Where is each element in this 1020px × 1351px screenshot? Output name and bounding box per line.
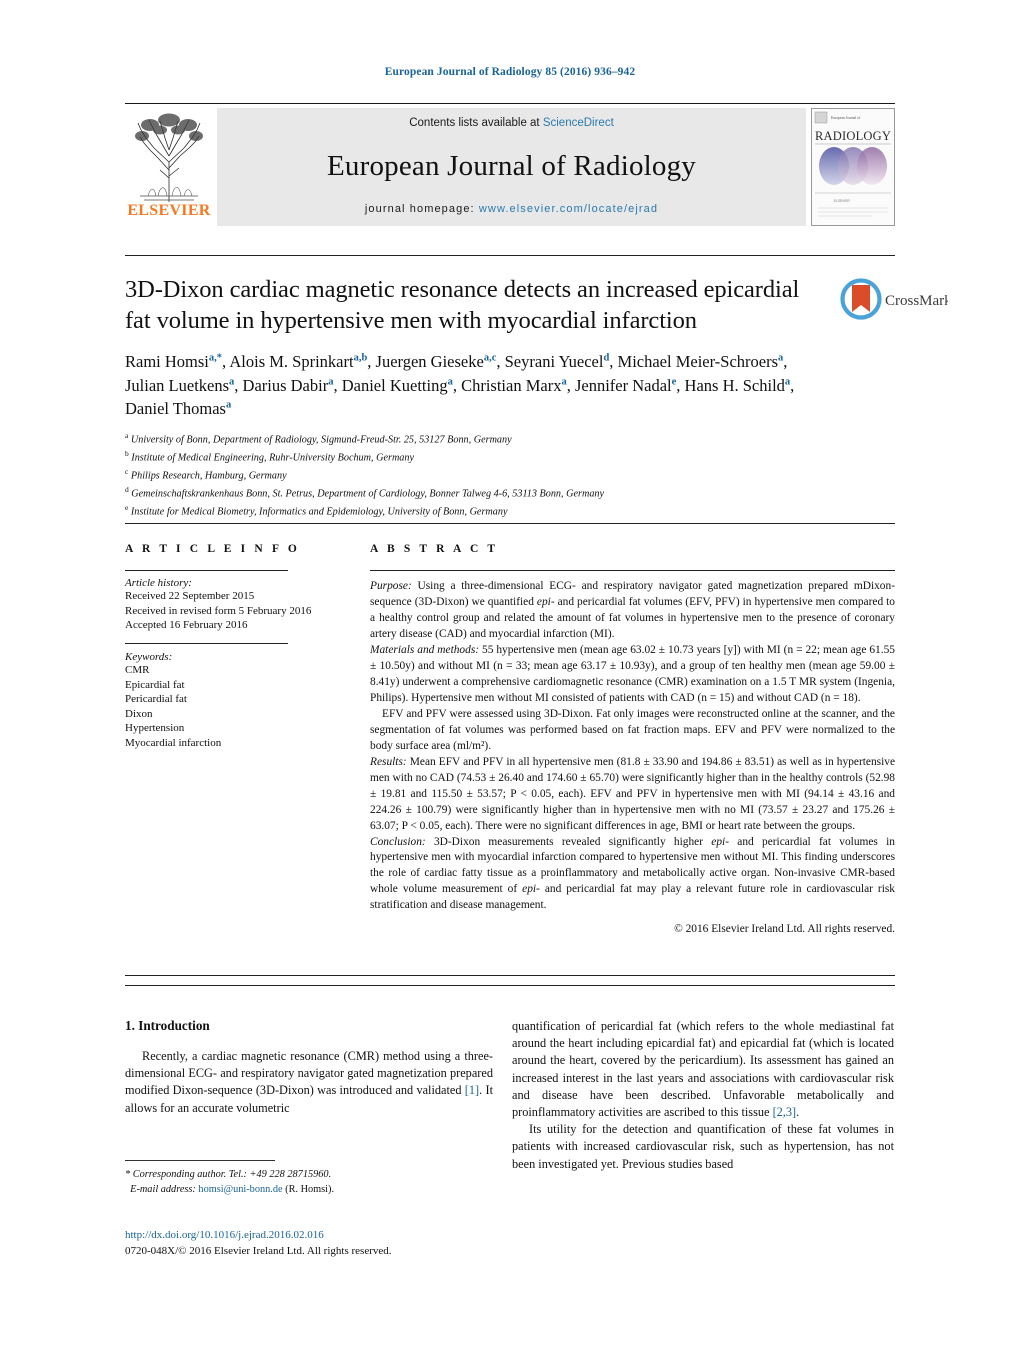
issn-copyright-line: 0720-048X/© 2016 Elsevier Ireland Ltd. A… [125, 1244, 392, 1257]
svg-text:ELSEVIER: ELSEVIER [834, 199, 850, 203]
right-p1-pre: quantification of pericardial fat (which… [512, 1019, 894, 1120]
body-top-rule [125, 985, 895, 986]
abstract-purpose: Purpose: Using a three-dimensional ECG- … [370, 579, 895, 643]
article-history-line: Received in revised form 5 February 2016 [125, 604, 312, 617]
affiliation-item: e Institute for Medical Biometry, Inform… [125, 502, 508, 517]
masthead-center-panel: Contents lists available at ScienceDirec… [217, 108, 806, 226]
right-p1-post: . [796, 1105, 800, 1120]
abstract-purpose-text: Using a three-dimensional ECG- and respi… [370, 580, 895, 640]
doi-block: http://dx.doi.org/10.1016/j.ejrad.2016.0… [125, 1228, 545, 1259]
abstract-conclusion-text: 3D-Dixon measurements revealed significa… [370, 835, 895, 912]
info-top-rule [125, 523, 895, 524]
contents-prefix: Contents lists available at [409, 117, 543, 129]
homepage-prefix: journal homepage: [364, 203, 475, 215]
affiliation-item: c Philips Research, Hamburg, Germany [125, 466, 287, 482]
affiliation-item: a University of Bonn, Department of Radi… [125, 431, 512, 446]
abstract-copyright: © 2016 Elsevier Ireland Ltd. All rights … [674, 923, 895, 936]
abstract-conclusion: Conclusion: 3D-Dixon measurements reveal… [370, 835, 895, 915]
article-info-heading: A R T I C L E I N F O [125, 543, 300, 555]
title-top-rule [125, 255, 895, 256]
article-history-label: Article history: [125, 577, 192, 589]
keyword-item: Epicardial fat [125, 678, 185, 691]
introduction-heading: 1. Introduction [125, 1018, 210, 1033]
article-history-line: Received 22 September 2015 [125, 590, 255, 602]
crossmark-icon: CrossMark [840, 278, 952, 320]
elsevier-logo: ELSEVIER [125, 108, 213, 228]
svg-text:European Journal of: European Journal of [831, 116, 861, 120]
email-line: E-mail address: homsi@uni-bonn.de (R. Ho… [125, 1183, 495, 1198]
right-paragraph-1: quantification of pericardial fat (which… [512, 1018, 894, 1121]
masthead-top-rule [125, 103, 895, 104]
abstract-conclusion-label: Conclusion: [370, 835, 426, 848]
contents-available-line: Contents lists available at ScienceDirec… [409, 117, 614, 129]
article-history-lines: Received 22 September 2015 Received in re… [125, 589, 340, 633]
corresponding-author-star: * [125, 1169, 131, 1180]
right-paragraph-2: Its utility for the detection and quanti… [512, 1122, 894, 1171]
abstract-methods: Materials and methods: 55 hypertensive m… [370, 643, 895, 707]
article-history-line: Accepted 16 February 2016 [125, 619, 248, 632]
elsevier-tree-icon [132, 110, 206, 205]
svg-text:CrossMark: CrossMark [885, 293, 948, 309]
paper-page: European Journal of Radiology 85 (2016) … [0, 0, 1020, 1351]
citation-ref-2-3[interactable]: [2,3] [773, 1105, 797, 1119]
abstract-heading: A B S T R A C T [370, 543, 499, 555]
sciencedirect-link[interactable]: ScienceDirect [543, 117, 614, 129]
abstract-column: Purpose: Using a three-dimensional ECG- … [370, 570, 895, 935]
abstract-purpose-label: Purpose: [370, 580, 412, 592]
abstract-bottom-rule [125, 975, 895, 976]
body-column-right: quantification of pericardial fat (which… [512, 1018, 894, 1173]
info-rule [125, 570, 288, 571]
title-block: 3D-Dixon cardiac magnetic resonance dete… [125, 275, 825, 421]
keyword-item: CMR [125, 663, 150, 676]
author-list: Rami Homsia,*, Alois M. Sprinkarta,b, Ju… [125, 352, 795, 419]
journal-masthead: ELSEVIER Contents lists available at Sci… [125, 108, 895, 228]
keyword-item: Dixon [125, 707, 153, 720]
doi-link[interactable]: http://dx.doi.org/10.1016/j.ejrad.2016.0… [125, 1228, 545, 1244]
journal-cover-thumbnail: European Journal of RADIOLOGY ELSEVIER [811, 108, 895, 226]
affiliation-marker: e [125, 502, 129, 512]
intro-p1-pre: Recently, a cardiac magnetic resonance (… [125, 1049, 493, 1098]
affiliation-list: a University of Bonn, Department of Radi… [125, 430, 895, 519]
citation-ref-1[interactable]: [1] [465, 1083, 479, 1097]
journal-cover-art: European Journal of RADIOLOGY ELSEVIER [812, 109, 894, 225]
affiliation-item: b Institute of Medical Engineering, Ruhr… [125, 448, 415, 464]
affiliation-item: d Gemeinschaftskrankenhaus Bonn, St. Pet… [125, 484, 605, 500]
footnote-rule [125, 1160, 275, 1161]
body-column-left: 1. Introduction Recently, a cardiac magn… [125, 1018, 493, 1117]
elsevier-wordmark: ELSEVIER [127, 202, 211, 219]
affiliation-marker: b [125, 448, 129, 458]
crossmark-badge[interactable]: CrossMark [838, 278, 952, 325]
abstract-results: Results: Mean EFV and PFV in all hyperte… [370, 755, 895, 835]
journal-title: European Journal of Radiology [326, 149, 697, 182]
corresponding-author-text: Corresponding author. Tel.: +49 228 2871… [132, 1169, 332, 1180]
email-label: E-mail address: [130, 1183, 196, 1195]
affiliation-marker: d [125, 484, 129, 494]
email-link[interactable]: homsi@uni-bonn.de [198, 1184, 282, 1195]
keywords-label: Keywords: [125, 650, 173, 663]
abstract-methods-label: Materials and methods: [370, 643, 480, 656]
journal-homepage-line: journal homepage: www.elsevier.com/locat… [365, 203, 658, 215]
keyword-item: Hypertension [125, 722, 185, 735]
journal-homepage-link[interactable]: www.elsevier.com/locate/ejrad [479, 203, 658, 215]
keywords-rule [125, 642, 288, 644]
keyword-item: Pericardial fat [125, 693, 187, 706]
abstract-rule [370, 570, 895, 571]
abstract-results-label: Results: [370, 755, 407, 768]
intro-paragraph-1: Recently, a cardiac magnetic resonance (… [125, 1048, 493, 1117]
article-info-column: Article history: Received 22 September 2… [125, 570, 340, 751]
affiliation-marker: a [125, 431, 129, 440]
page-title: 3D-Dixon cardiac magnetic resonance dete… [125, 276, 800, 334]
corresponding-author-line: * Corresponding author. Tel.: +49 228 28… [125, 1168, 495, 1183]
affiliation-marker: c [125, 466, 129, 476]
email-suffix: (R. Homsi). [285, 1183, 335, 1195]
svg-text:RADIOLOGY: RADIOLOGY [815, 129, 891, 143]
keyword-item: Myocardial infarction [125, 737, 222, 749]
abstract-methods-2: EFV and PFV were assessed using 3D-Dixon… [370, 707, 895, 752]
footnote-block: * Corresponding author. Tel.: +49 228 28… [125, 1168, 495, 1198]
abstract-results-text: Mean EFV and PFV in all hypertensive men… [370, 755, 895, 832]
running-head: European Journal of Radiology 85 (2016) … [384, 66, 636, 78]
keyword-lines: CMR Epicardial fat Pericardial fat Dixon Hyp… [125, 663, 340, 751]
